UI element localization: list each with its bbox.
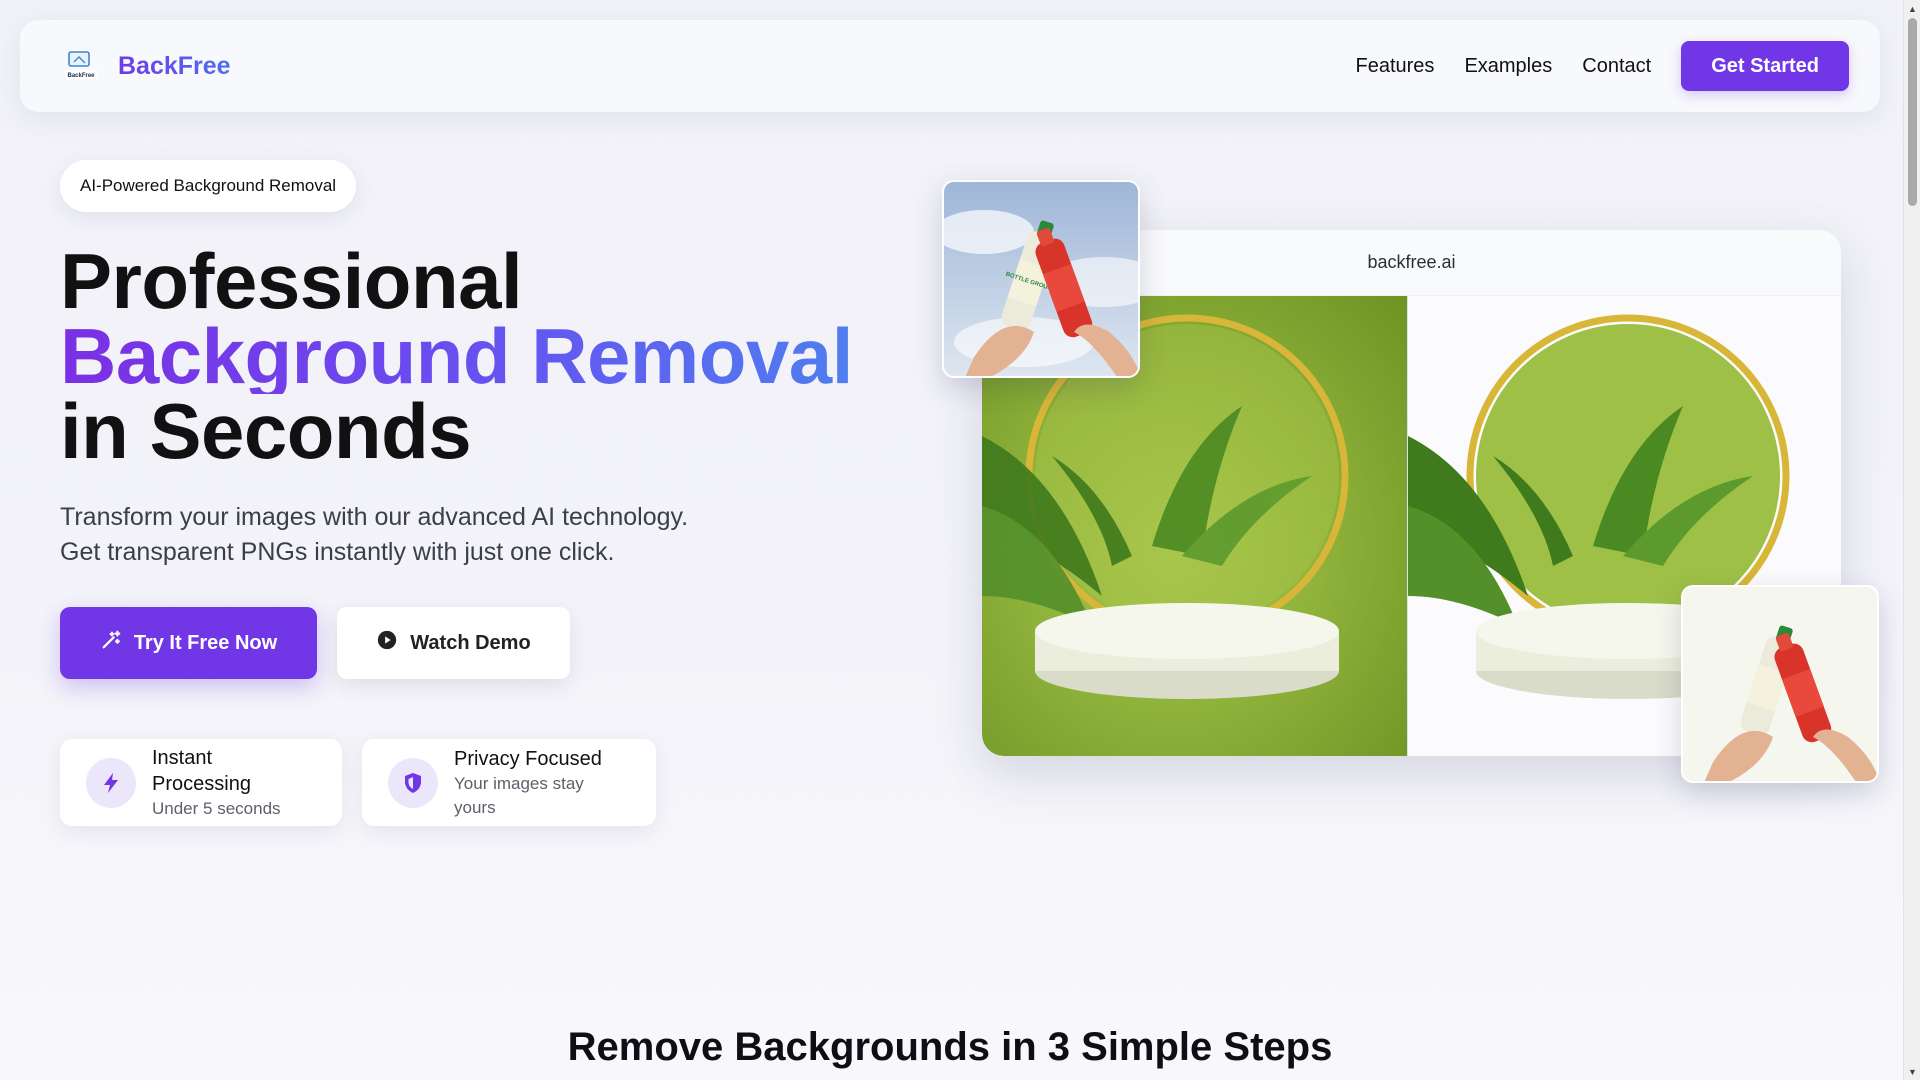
feature-card-privacy-focused: Privacy Focused Your images stay yours [362,739,656,826]
watch-demo-label: Watch Demo [410,631,531,654]
hero-title-line-2: Background Removal [60,312,853,400]
hero-badge: AI-Powered Background Removal [60,160,357,212]
watch-demo-button[interactable]: Watch Demo [337,607,570,679]
shield-icon [388,757,438,808]
bottles-transparent-thumbnail [1681,585,1879,783]
bottles-sky-thumbnail: BOTTLE GROUP [942,180,1140,378]
hero-subtitle: Transform your images with our advanced … [60,500,760,570]
nav-link-contact[interactable]: Contact [1582,55,1651,78]
try-it-free-button[interactable]: Try It Free Now [60,607,317,679]
hero-title: Professional Background Removal in Secon… [60,237,853,475]
magic-wand-icon [100,629,122,657]
brand[interactable]: BackFree BackFree [62,50,231,82]
feature-desc: Your images stay yours [454,773,584,817]
brand-name[interactable]: BackFree [118,52,231,81]
scroll-up-arrow-icon[interactable]: ▲ [1904,0,1920,17]
page-scrollbar[interactable]: ▲ ▼ [1903,0,1920,1080]
play-circle-icon [376,629,398,657]
get-started-button[interactable]: Get Started [1681,41,1849,91]
hero-title-line-3: in Seconds [60,387,472,475]
try-it-free-label: Try It Free Now [133,631,278,654]
backfree-logo-icon: BackFree [62,50,100,82]
nav-links: Features Examples Contact Get Started [1356,41,1849,91]
navbar: BackFree BackFree Features Examples Cont… [20,20,1880,112]
scroll-down-arrow-icon[interactable]: ▼ [1904,1063,1920,1080]
nav-link-examples[interactable]: Examples [1464,55,1552,78]
hero-subtitle-line-2: Get transparent PNGs instantly with just… [60,538,615,566]
steps-section-title: Remove Backgrounds in 3 Simple Steps [567,1025,1333,1069]
feature-desc: Under 5 seconds [152,798,281,818]
feature-title: Privacy Focused [454,747,602,770]
lightning-icon [86,757,136,808]
scrollbar-thumb[interactable] [1908,18,1917,206]
hero-subtitle-line-1: Transform your images with our advanced … [60,503,689,531]
feature-card-instant-processing: Instant Processing Under 5 seconds [60,739,342,826]
nav-link-features[interactable]: Features [1356,55,1435,78]
feature-title: Instant Processing [152,746,251,795]
hero-title-line-1: Professional [60,237,523,325]
logo-wordmark: BackFree [67,73,95,79]
